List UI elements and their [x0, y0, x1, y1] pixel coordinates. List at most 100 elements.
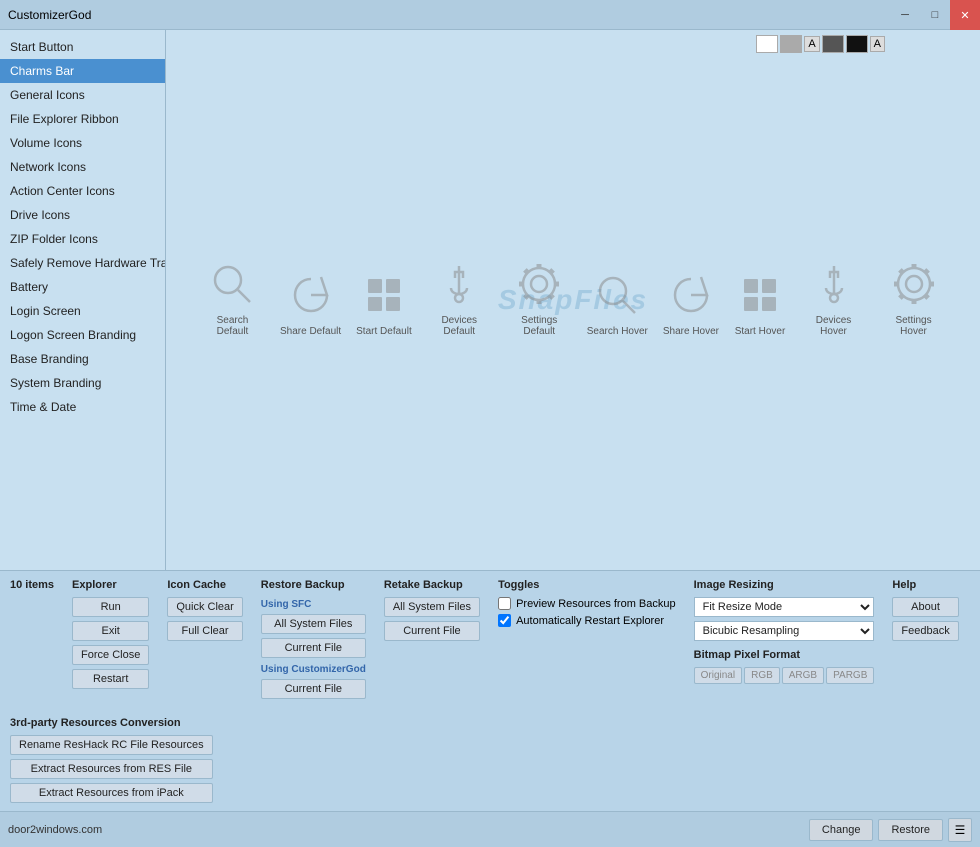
restore-backup-title: Restore Backup: [261, 579, 366, 591]
sidebar-item-general-icons[interactable]: General Icons: [0, 83, 165, 107]
help-title: Help: [892, 579, 958, 591]
icon-item-start-default[interactable]: Start Default: [356, 269, 412, 337]
icon-label-search-default: Search Default: [200, 315, 265, 337]
maximize-button[interactable]: □: [920, 0, 950, 30]
sidebar-item-battery[interactable]: Battery: [0, 275, 165, 299]
retake-backup-section: Retake BackupAll System FilesCurrent Fil…: [384, 579, 480, 641]
icon-item-settings-default[interactable]: Settings Default: [507, 258, 572, 337]
sidebar-item-action-center-icons[interactable]: Action Center Icons: [0, 179, 165, 203]
help-btn-about[interactable]: About: [892, 597, 958, 617]
bottom-panel: 10 itemsExplorerRunExitForce CloseRestar…: [0, 570, 980, 811]
icon-item-devices-default[interactable]: Devices Default: [427, 258, 492, 337]
explorer-section: ExplorerRunExitForce CloseRestart: [72, 579, 149, 689]
toggles-title: Toggles: [498, 579, 676, 591]
sidebar-item-network-icons[interactable]: Network Icons: [0, 155, 165, 179]
theme-bar: A A: [756, 35, 885, 53]
sidebar-item-file-explorer-ribbon[interactable]: File Explorer Ribbon: [0, 107, 165, 131]
preview-checkbox-label: Preview Resources from Backup: [516, 598, 676, 610]
icon-item-search-default[interactable]: Search Default: [200, 258, 265, 337]
help-section: Help About Feedback: [892, 579, 958, 641]
restore-sfc-label: Using SFC: [261, 599, 366, 610]
icon-cache-title: Icon Cache: [167, 579, 242, 591]
theme-swatch-black[interactable]: [846, 35, 868, 53]
statusbar-website: door2windows.com: [8, 824, 804, 836]
icon-item-share-default[interactable]: Share Default: [280, 269, 341, 337]
icons-row: Search Default Share Default Start Default…: [200, 258, 946, 337]
theme-swatch-a2[interactable]: A: [870, 36, 885, 52]
theme-swatch-white[interactable]: [756, 35, 778, 53]
icon-label-start-default: Start Default: [356, 326, 412, 337]
explorer-btn-force-close[interactable]: Force Close: [72, 645, 149, 665]
preview-checkbox[interactable]: [498, 597, 511, 610]
titlebar-controls: ─ □ ✕: [890, 0, 980, 30]
retake-backup-btn-all-system-files[interactable]: All System Files: [384, 597, 480, 617]
explorer-btn-restart[interactable]: Restart: [72, 669, 149, 689]
icon-cache-section: Icon Cache Quick Clear Full Clear: [167, 579, 242, 641]
menu-icon-button[interactable]: ☰: [948, 818, 972, 842]
restore-backup-section: Restore Backup Using SFC All System Files C…: [261, 579, 366, 699]
change-button[interactable]: Change: [809, 819, 874, 841]
pixel-btn-argb[interactable]: ARGB: [782, 667, 824, 684]
sidebar-item-start-button[interactable]: Start Button: [0, 35, 165, 59]
third-party-btn-rename-reshack-rc-file-resources[interactable]: Rename ResHack RC File Resources: [10, 735, 213, 755]
explorer-btn-exit[interactable]: Exit: [72, 621, 149, 641]
sidebar-item-system-branding[interactable]: System Branding: [0, 371, 165, 395]
icon-label-devices-hover: Devices Hover: [801, 315, 866, 337]
icon-item-settings-hover[interactable]: Settings Hover: [881, 258, 946, 337]
icon-item-start-hover[interactable]: Start Hover: [734, 269, 786, 337]
icon-item-devices-hover[interactable]: Devices Hover: [801, 258, 866, 337]
sidebar-item-base-branding[interactable]: Base Branding: [0, 347, 165, 371]
items-count-label: 10 items: [10, 579, 54, 591]
theme-swatch-a1[interactable]: A: [804, 36, 819, 52]
help-btn-feedback[interactable]: Feedback: [892, 621, 958, 641]
third-party-btn-extract-resources-from-ipack[interactable]: Extract Resources from iPack: [10, 783, 213, 803]
restore-button[interactable]: Restore: [878, 819, 943, 841]
restart-checkbox-label: Automatically Restart Explorer: [516, 615, 664, 627]
sidebar-item-login-screen[interactable]: Login Screen: [0, 299, 165, 323]
sidebar-item-zip-folder-icons[interactable]: ZIP Folder Icons: [0, 227, 165, 251]
image-resizing-title: Image Resizing: [694, 579, 875, 591]
retake-backup-btn-current-file[interactable]: Current File: [384, 621, 480, 641]
resampling-select[interactable]: Bicubic ResamplingBilinear ResamplingNea…: [694, 621, 875, 641]
titlebar: CustomizerGod ─ □ ✕: [0, 0, 980, 30]
icon-label-search-hover: Search Hover: [587, 326, 648, 337]
icon-label-devices-default: Devices Default: [427, 315, 492, 337]
pixel-btn-original[interactable]: Original: [694, 667, 742, 684]
restore-customizer-btn[interactable]: Current File: [261, 679, 366, 699]
image-resizing-section: Image Resizing Fit Resize ModeCrop Resize…: [694, 579, 875, 684]
sidebar-item-charms-bar[interactable]: Charms Bar: [0, 59, 165, 83]
close-button[interactable]: ✕: [950, 0, 980, 30]
icon-label-share-hover: Share Hover: [663, 326, 719, 337]
third-party-title: 3rd-party Resources Conversion: [10, 717, 213, 729]
restore-sfc-btn-all-system-files[interactable]: All System Files: [261, 614, 366, 634]
theme-swatch-dark[interactable]: [822, 35, 844, 53]
icon-label-start-hover: Start Hover: [735, 326, 786, 337]
theme-swatch-gray[interactable]: [780, 35, 802, 53]
icon-item-search-hover[interactable]: Search Hover: [587, 269, 648, 337]
icon-cache-btn-full-clear[interactable]: Full Clear: [167, 621, 242, 641]
sidebar-item-volume-icons[interactable]: Volume Icons: [0, 131, 165, 155]
items-count-section: 10 items: [10, 579, 54, 593]
third-party-btn-extract-resources-from-res-file[interactable]: Extract Resources from RES File: [10, 759, 213, 779]
restore-sfc-btn-current-file[interactable]: Current File: [261, 638, 366, 658]
sidebar-item-drive-icons[interactable]: Drive Icons: [0, 203, 165, 227]
resize-mode-select[interactable]: Fit Resize ModeCrop Resize ModeStretch R…: [694, 597, 875, 617]
sidebar-item-time-date[interactable]: Time & Date: [0, 395, 165, 419]
pixel-btn-pargb[interactable]: PARGB: [826, 667, 874, 684]
pixel-btn-rgb[interactable]: RGB: [744, 667, 780, 684]
icon-label-settings-hover: Settings Hover: [881, 315, 946, 337]
toggles-section: Toggles Preview Resources from Backup Auto…: [498, 579, 676, 627]
restart-checkbox[interactable]: [498, 614, 511, 627]
bitmap-title: Bitmap Pixel Format: [694, 649, 875, 661]
minimize-button[interactable]: ─: [890, 0, 920, 30]
sidebar-item-logon-screen-branding[interactable]: Logon Screen Branding: [0, 323, 165, 347]
icon-label-share-default: Share Default: [280, 326, 341, 337]
statusbar: door2windows.com Change Restore ☰: [0, 811, 980, 847]
icon-cache-btn-quick-clear[interactable]: Quick Clear: [167, 597, 242, 617]
app-title: CustomizerGod: [8, 8, 91, 22]
explorer-btn-run[interactable]: Run: [72, 597, 149, 617]
sidebar-item-safely-remove[interactable]: Safely Remove Hardware Tray Icon: [0, 251, 165, 275]
restart-checkbox-row: Automatically Restart Explorer: [498, 614, 676, 627]
icon-item-share-hover[interactable]: Share Hover: [663, 269, 719, 337]
sidebar: Start ButtonCharms BarGeneral IconsFile …: [0, 30, 165, 570]
